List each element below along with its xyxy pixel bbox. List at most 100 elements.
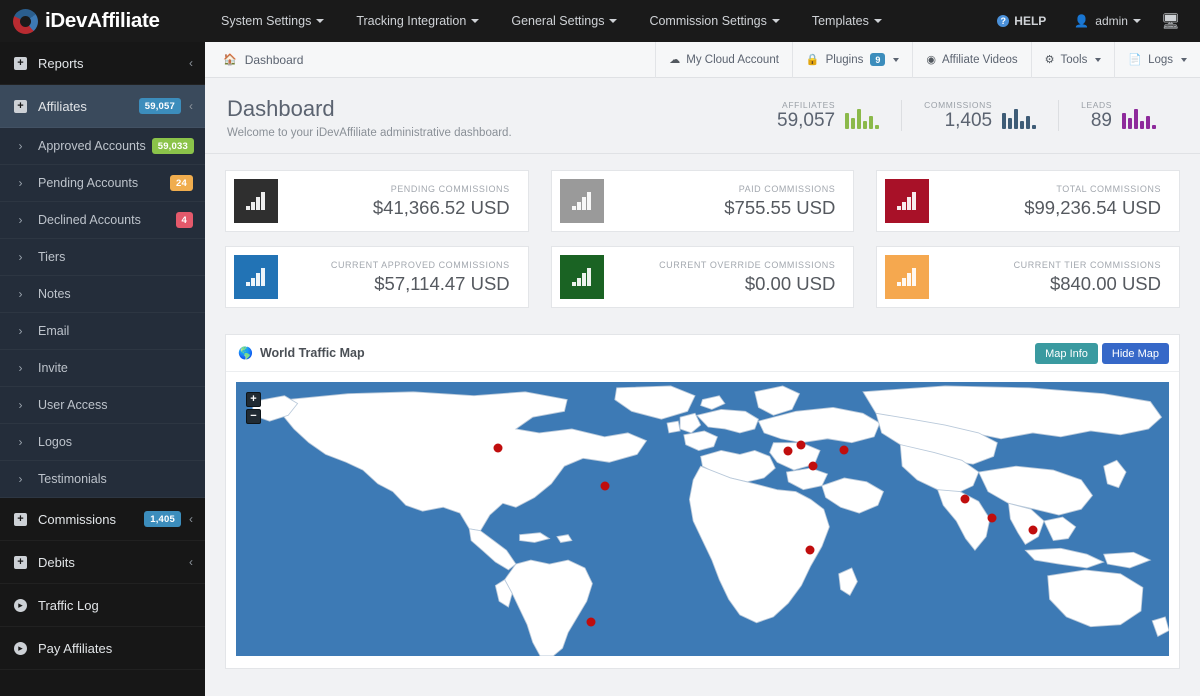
header-stat-text: AFFILIATES59,057	[777, 100, 835, 131]
sidebar-item-affiliates[interactable]: +Affiliates59,057‹	[0, 85, 205, 128]
map-marker-thailand[interactable]	[1028, 525, 1037, 534]
page-subtitle: Welcome to your iDevAffiliate administra…	[227, 127, 512, 139]
chevron-right-icon: ›	[14, 176, 27, 190]
zoom-in-button[interactable]: +	[246, 392, 261, 407]
map-zoom-controls: + −	[246, 392, 261, 426]
sidebar-item-approved-accounts[interactable]: ›Approved Accounts59,033	[0, 128, 205, 165]
panel-buttons: Map Info Hide Map	[1035, 343, 1169, 364]
sidebar-item-label: User Access	[38, 398, 193, 412]
zoom-out-button[interactable]: −	[246, 409, 261, 424]
stat-card-paid-commissions[interactable]: PAID COMMISSIONS$755.55 USD	[551, 170, 855, 232]
bar-chart-icon	[572, 192, 592, 210]
chevron-left-icon[interactable]: ‹	[189, 512, 193, 526]
chevron-right-icon: ›	[14, 287, 27, 301]
sidebar-item-pay-affiliates[interactable]: ▸Pay Affiliates	[0, 627, 205, 670]
map-marker-argentina[interactable]	[586, 617, 595, 626]
monitor-icon[interactable]: 🖥	[1155, 12, 1186, 30]
nav-general-settings[interactable]: General Settings	[495, 0, 633, 42]
sidebar-item-reports[interactable]: +Reports‹	[0, 42, 205, 85]
nav-label: Templates	[812, 14, 869, 28]
stat-card-value: $840.00 USD	[1014, 273, 1161, 295]
sidebar-item-label: Testimonials	[38, 472, 193, 486]
sidebar-item-invite[interactable]: ›Invite	[0, 350, 205, 387]
world-map[interactable]: + −	[236, 382, 1169, 656]
sidebar-item-notes[interactable]: ›Notes	[0, 276, 205, 313]
sidebar-item-testimonials[interactable]: ›Testimonials	[0, 461, 205, 498]
sidebar-item-traffic-log[interactable]: ▸Traffic Log	[0, 584, 205, 627]
stat-card-current-tier-commissions[interactable]: CURRENT TIER COMMISSIONS$840.00 USD	[876, 246, 1180, 308]
crumb-action-label: My Cloud Account	[686, 54, 779, 66]
stat-card-pending-commissions[interactable]: PENDING COMMISSIONS$41,366.52 USD	[225, 170, 529, 232]
sidebar-item-logos[interactable]: ›Logos	[0, 424, 205, 461]
plus-square-icon: +	[14, 57, 27, 70]
map-marker-pakistan[interactable]	[960, 494, 969, 503]
bar-chart-icon	[246, 268, 266, 286]
crumb-action-label: Logs	[1148, 54, 1173, 66]
chevron-down-icon	[893, 58, 899, 62]
world-map-landmass	[236, 382, 1169, 656]
stat-card-label: CURRENT APPROVED COMMISSIONS	[331, 260, 510, 270]
map-marker-ireland[interactable]	[784, 447, 793, 456]
sidebar-item-label: Declined Accounts	[38, 213, 170, 227]
chevron-right-icon: ›	[14, 398, 27, 412]
sidebar-item-pending-accounts[interactable]: ›Pending Accounts24	[0, 165, 205, 202]
sidebar-item-badge: 59,057	[139, 98, 181, 114]
stat-card-current-approved-commissions[interactable]: CURRENT APPROVED COMMISSIONS$57,114.47 U…	[225, 246, 529, 308]
nav-templates[interactable]: Templates	[796, 0, 898, 42]
map-marker-united-states[interactable]	[601, 482, 610, 491]
bar-chart-icon	[246, 192, 266, 210]
swirl-logo-icon	[13, 9, 38, 34]
map-marker-germany[interactable]	[840, 446, 849, 455]
question-circle-icon: ?	[997, 15, 1009, 27]
sidebar-item-tiers[interactable]: ›Tiers	[0, 239, 205, 276]
home-icon: 🏠	[223, 53, 237, 66]
map-marker-united-kingdom[interactable]	[797, 440, 806, 449]
plus-square-icon: +	[14, 513, 27, 526]
plus-square-icon: +	[14, 556, 27, 569]
header-stat-leads: LEADS89	[1058, 100, 1178, 131]
page-header: Dashboard Welcome to your iDevAffiliate …	[205, 78, 1200, 154]
sidebar-item-commissions[interactable]: +Commissions1,405‹	[0, 498, 205, 541]
nav-label: General Settings	[511, 14, 604, 28]
crumb-action-tools[interactable]: ⚙Tools	[1031, 42, 1115, 78]
user-menu[interactable]: 👤 admin	[1060, 0, 1155, 42]
sidebar-item-debits[interactable]: +Debits‹	[0, 541, 205, 584]
map-info-button[interactable]: Map Info	[1035, 343, 1098, 364]
breadcrumb[interactable]: 🏠 Dashboard	[223, 53, 303, 67]
nav-commission-settings[interactable]: Commission Settings	[633, 0, 795, 42]
stat-card-text: CURRENT APPROVED COMMISSIONS$57,114.47 U…	[331, 260, 520, 295]
crumb-action-my-cloud-account[interactable]: ☁My Cloud Account	[655, 42, 792, 78]
stat-card-total-commissions[interactable]: TOTAL COMMISSIONS$99,236.54 USD	[876, 170, 1180, 232]
chevron-left-icon[interactable]: ‹	[189, 555, 193, 569]
stat-card-label: TOTAL COMMISSIONS	[1024, 184, 1161, 194]
crumb-action-plugins[interactable]: 🔒Plugins9	[792, 42, 912, 78]
chevron-left-icon[interactable]: ‹	[189, 99, 193, 113]
help-button[interactable]: ? HELP	[983, 0, 1060, 42]
sidebar: +Reports‹+Affiliates59,057‹›Approved Acc…	[0, 42, 205, 696]
stat-card-current-override-commissions[interactable]: CURRENT OVERRIDE COMMISSIONS$0.00 USD	[551, 246, 855, 308]
map-marker-canada[interactable]	[494, 444, 503, 453]
map-marker-nigeria[interactable]	[805, 545, 814, 554]
chevron-down-icon	[1095, 58, 1101, 62]
sidebar-item-email[interactable]: ›Email	[0, 313, 205, 350]
chevron-down-icon	[609, 19, 617, 23]
crumb-action-affiliate-videos[interactable]: ◉Affiliate Videos	[912, 42, 1030, 78]
app-window: iDevAffiliate System Settings Tracking I…	[0, 0, 1200, 696]
chevron-left-icon[interactable]: ‹	[189, 56, 193, 70]
stat-card-value: $41,366.52 USD	[373, 197, 510, 219]
crumb-action-logs[interactable]: 📄Logs	[1114, 42, 1200, 78]
brand-logo[interactable]: iDevAffiliate	[0, 0, 205, 42]
nav-tracking-integration[interactable]: Tracking Integration	[340, 0, 495, 42]
chevron-right-icon: ›	[14, 250, 27, 264]
hide-map-button[interactable]: Hide Map	[1102, 343, 1169, 364]
sidebar-item-declined-accounts[interactable]: ›Declined Accounts4	[0, 202, 205, 239]
map-marker-france[interactable]	[808, 461, 817, 470]
header-stats: AFFILIATES59,057COMMISSIONS1,405LEADS89	[755, 96, 1178, 131]
sidebar-item-label: Invite	[38, 361, 193, 375]
sidebar-item-label: Logos	[38, 435, 193, 449]
map-marker-india[interactable]	[987, 514, 996, 523]
sidebar-item-user-access[interactable]: › User Access	[0, 387, 205, 424]
stat-card-text: CURRENT TIER COMMISSIONS$840.00 USD	[1014, 260, 1171, 295]
stat-cards: PENDING COMMISSIONS$41,366.52 USD PAID CO…	[205, 154, 1200, 330]
nav-system-settings[interactable]: System Settings	[205, 0, 340, 42]
